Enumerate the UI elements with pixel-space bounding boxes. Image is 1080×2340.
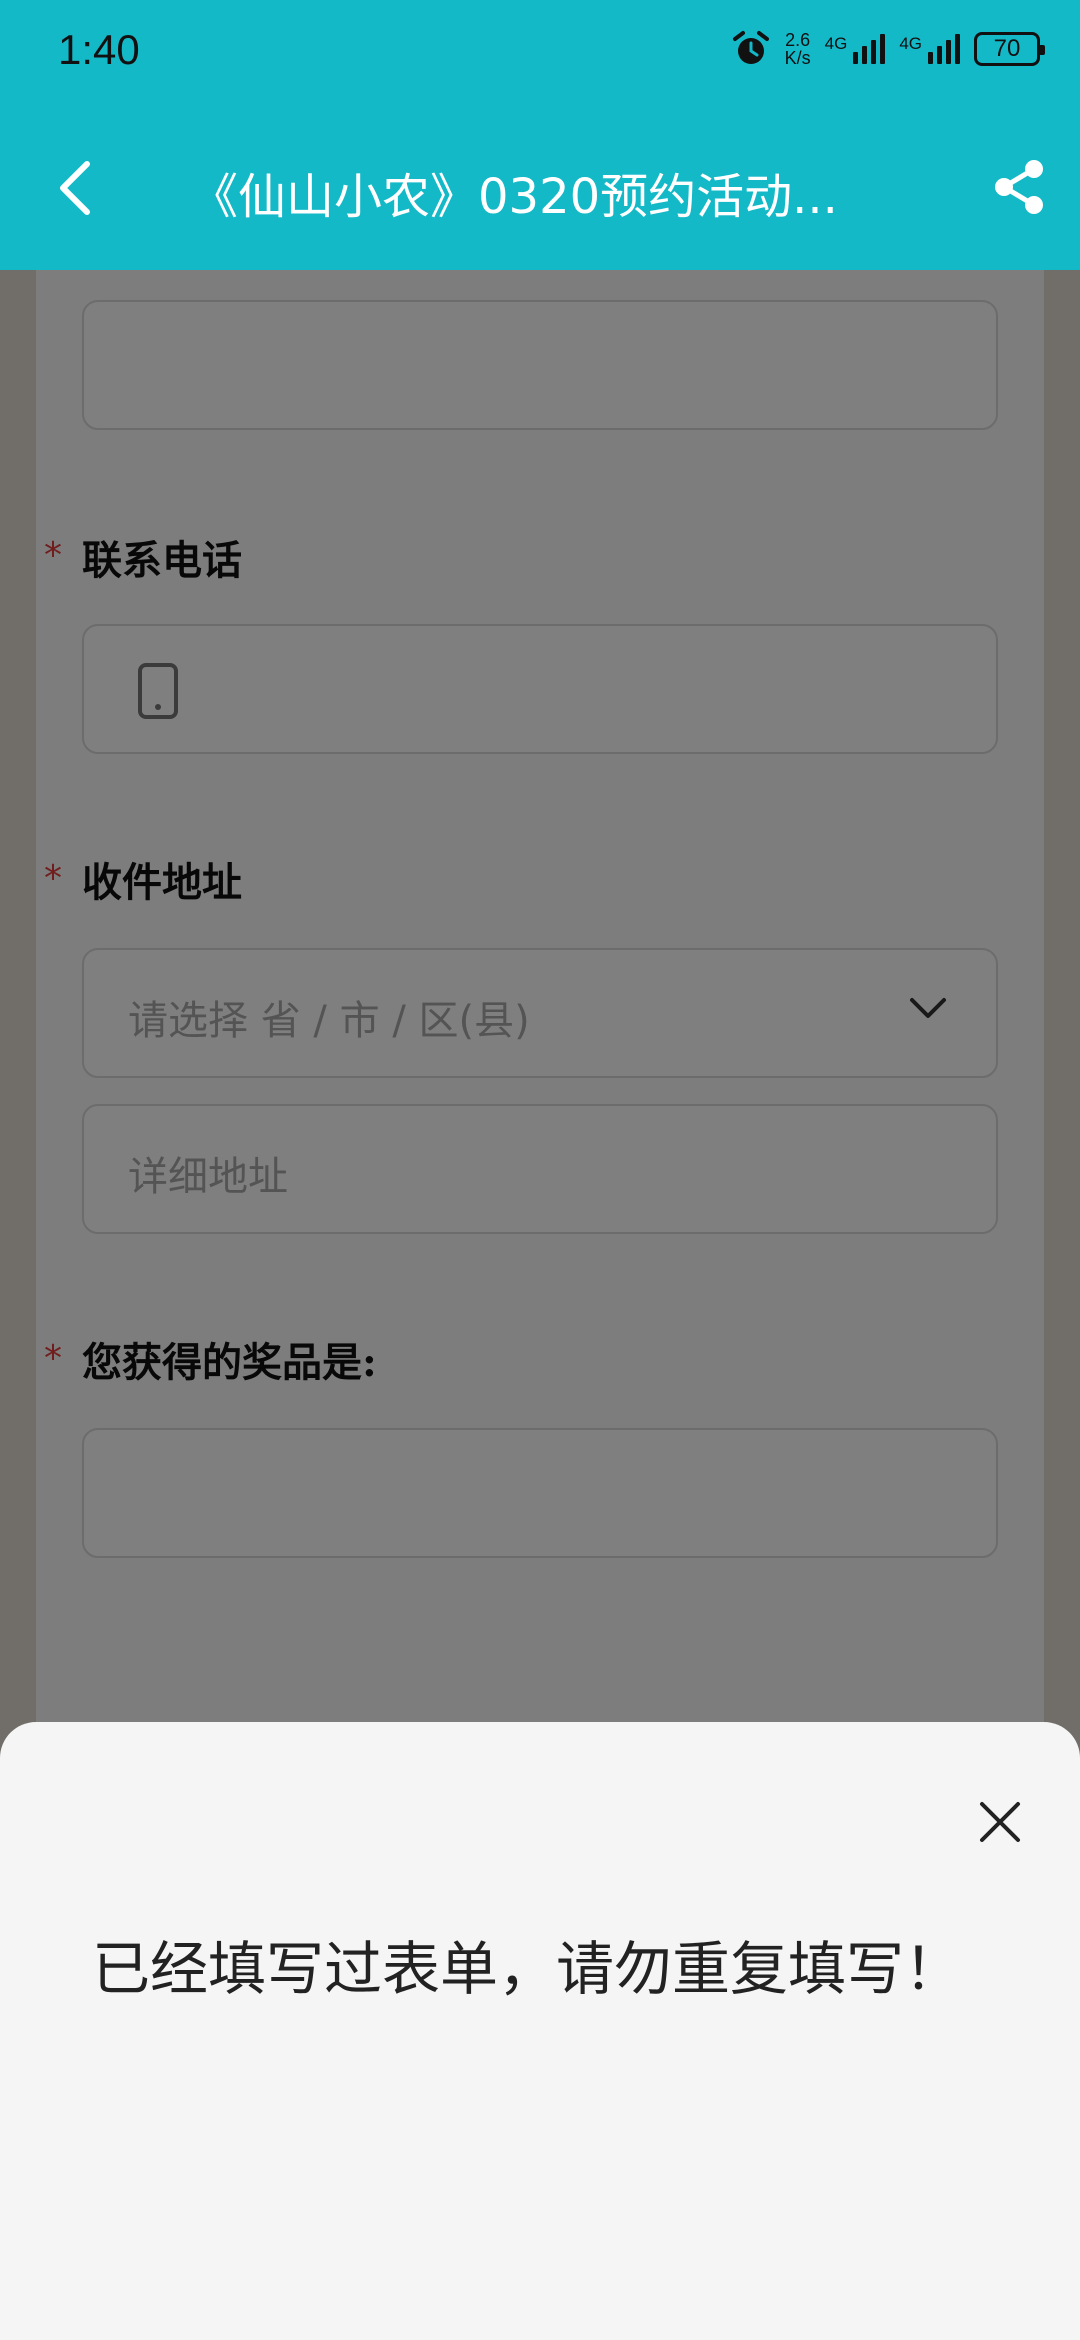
alarm-icon <box>732 31 769 64</box>
page-title: 《仙山小农》0320预约活动... <box>190 169 838 225</box>
signal-sim1-icon: 4G <box>825 34 886 64</box>
status-time: 1:40 <box>58 26 140 73</box>
status-bar: 1:40 2.6 K/s 4G 4G 70 <box>0 0 1080 105</box>
close-button[interactable] <box>960 1782 1040 1862</box>
chevron-left-icon <box>60 161 90 215</box>
status-icons: 2.6 K/s 4G 4G 70 <box>731 26 1045 72</box>
signal-sim2-icon: 4G <box>899 34 960 64</box>
close-icon <box>980 1802 1020 1842</box>
back-button[interactable] <box>40 150 110 226</box>
dialog-message: 已经填写过表单，请勿重复填写！ <box>92 1935 963 2003</box>
network-speed: 2.6 K/s <box>784 30 811 68</box>
battery-icon: 70 <box>974 32 1045 66</box>
share-icon <box>995 160 1043 214</box>
share-button[interactable] <box>980 149 1056 225</box>
app-bar: 《仙山小农》0320预约活动... <box>0 105 1080 270</box>
bottom-sheet-dialog: 已经填写过表单，请勿重复填写！ <box>0 1722 1080 2340</box>
